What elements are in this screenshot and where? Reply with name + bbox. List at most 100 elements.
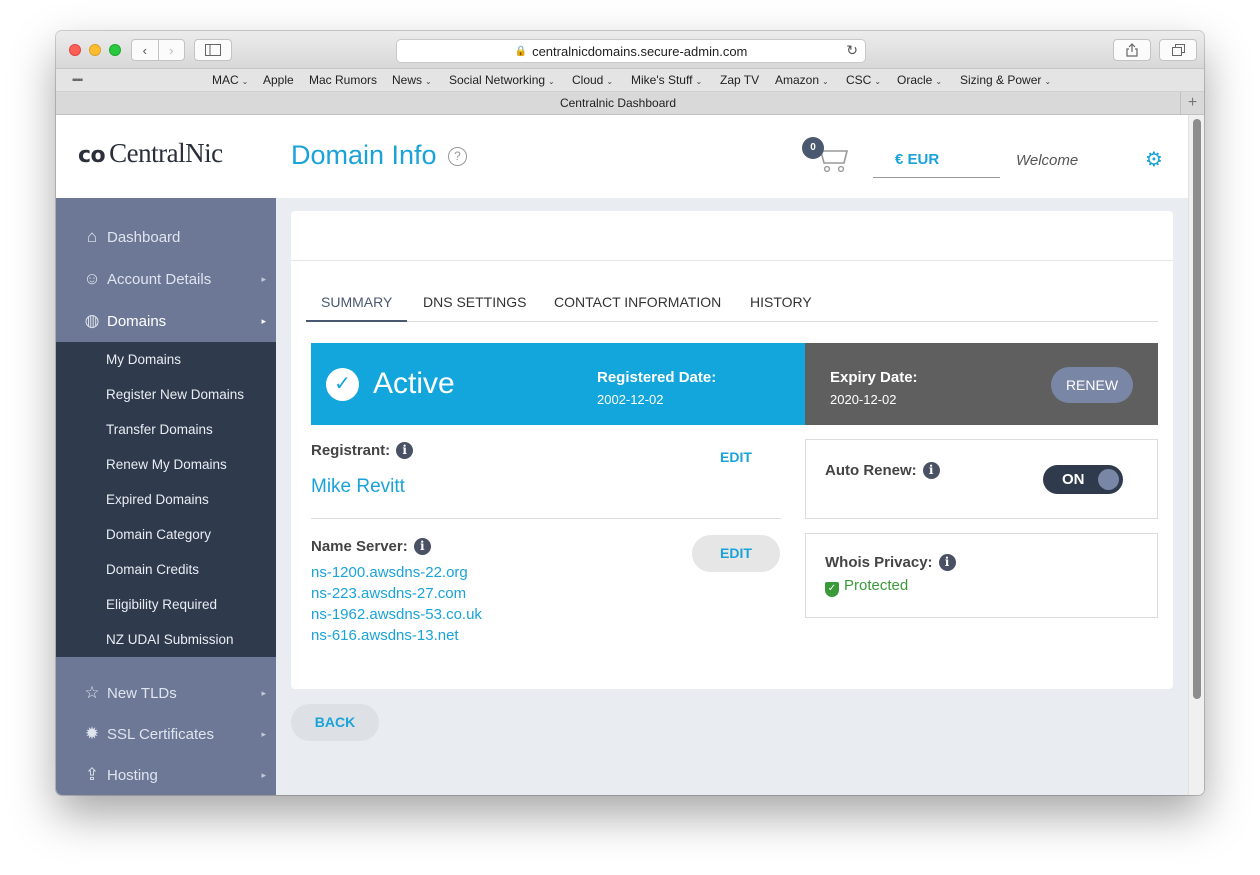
scrollbar-thumb[interactable] (1193, 119, 1201, 699)
expiry-banner: Expiry Date: 2020-12-02 RENEW (805, 343, 1158, 425)
welcome-text: Welcome (1016, 152, 1079, 169)
logo-mark-icon: co (78, 143, 106, 168)
minimize-window-button[interactable] (89, 44, 101, 56)
sidebar-item-label: Account Details (107, 270, 212, 288)
currency-selector[interactable]: € EUR (873, 135, 1000, 178)
nameserver-item[interactable]: ns-223.awsdns-27.com (311, 585, 466, 602)
share-icon[interactable] (1113, 39, 1151, 61)
sidebar-item-dashboard[interactable]: ⌂ Dashboard (56, 217, 276, 257)
page-scrollbar[interactable] (1188, 115, 1204, 795)
edit-registrant-button[interactable]: EDIT (720, 449, 752, 465)
expiry-date-value: 2020-12-02 (830, 392, 897, 407)
auto-renew-box: Auto Renew: i ON (805, 439, 1158, 519)
info-icon[interactable]: i (413, 538, 431, 555)
bookmark-sizing-power[interactable]: Sizing & Power ⌄ (960, 73, 1051, 87)
sidebar-item-domains[interactable]: ◍ Domains ▸ (56, 301, 276, 341)
info-icon[interactable]: i (396, 442, 414, 459)
bookmark-amazon[interactable]: Amazon ⌄ (775, 73, 829, 87)
address-bar[interactable]: 🔒 centralnicdomains.secure-admin.com ↻ (396, 39, 866, 63)
domain-info-card: SUMMARY DNS SETTINGS CONTACT INFORMATION… (291, 211, 1173, 689)
tab-history[interactable]: HISTORY (750, 294, 812, 310)
title-bar: ‹ › 🔒 centralnicdomains.secure-admin.com… (56, 31, 1204, 69)
sidebar-item-ssl-certificates[interactable]: ✹ SSL Certificates ▸ (56, 714, 276, 754)
sidebar-item-label: SSL Certificates (107, 725, 214, 743)
nameserver-item[interactable]: ns-1962.awsdns-53.co.uk (311, 606, 482, 623)
lock-icon: 🔒 (514, 45, 528, 57)
star-icon: ☆ (84, 683, 100, 702)
submenu-item-transfer-domains[interactable]: Transfer Domains (106, 422, 213, 437)
sidebar-item-label: Hosting (107, 766, 158, 784)
nameserver-item[interactable]: ns-616.awsdns-13.net (311, 627, 459, 644)
bookmark-social-networking[interactable]: Social Networking ⌄ (449, 73, 555, 87)
submenu-item-my-domains[interactable]: My Domains (106, 352, 181, 367)
chevron-right-icon: ▸ (261, 315, 266, 326)
zoom-window-button[interactable] (109, 44, 121, 56)
gear-icon[interactable]: ⚙ (1145, 147, 1163, 172)
close-window-button[interactable] (69, 44, 81, 56)
active-tab-indicator (306, 320, 407, 322)
info-icon[interactable]: i (938, 554, 956, 571)
bookmark-cloud[interactable]: Cloud ⌄ (572, 73, 613, 87)
globe-icon: ◍ (84, 311, 100, 330)
bookmarks-bar: ▪▪▪▪ MAC ⌄ Apple Mac Rumors News ⌄ Social … (56, 69, 1204, 92)
reload-icon[interactable]: ↻ (846, 42, 858, 59)
apps-grid-icon[interactable]: ▪▪▪▪ (72, 75, 83, 86)
bookmark-mac-rumors[interactable]: Mac Rumors (309, 73, 377, 87)
browser-tab[interactable]: Centralnic Dashboard (56, 96, 1180, 110)
registrant-name[interactable]: Mike Revitt (311, 476, 405, 498)
sidebar-item-label: Dashboard (107, 228, 181, 246)
submenu-item-domain-category[interactable]: Domain Category (106, 527, 211, 542)
info-icon[interactable]: i (922, 462, 940, 479)
tab-contact-information[interactable]: CONTACT INFORMATION (554, 294, 721, 310)
registered-date-value: 2002-12-02 (597, 392, 664, 407)
bookmark-mac[interactable]: MAC ⌄ (212, 73, 248, 87)
tab-dns-settings[interactable]: DNS SETTINGS (423, 294, 526, 310)
back-nav-icon[interactable]: ‹ (132, 40, 159, 60)
chevron-right-icon: ▸ (261, 769, 266, 780)
page-title: Domain Info (291, 140, 437, 170)
forward-nav-icon[interactable]: › (159, 40, 185, 60)
expiry-date-label: Expiry Date: (830, 369, 918, 386)
centralnic-logo[interactable]: co CentralNic (78, 138, 223, 169)
renew-button[interactable]: RENEW (1051, 367, 1133, 403)
tab-summary[interactable]: SUMMARY (321, 294, 392, 310)
sidebar-item-new-tlds[interactable]: ☆ New TLDs ▸ (56, 673, 276, 713)
submenu-item-domain-credits[interactable]: Domain Credits (106, 562, 199, 577)
submenu-item-expired-domains[interactable]: Expired Domains (106, 492, 209, 507)
sidebar-nav: ⌂ Dashboard ☺ Account Details ▸ ◍ Domain… (56, 198, 276, 795)
check-icon: ✓ (326, 368, 359, 401)
home-icon: ⌂ (86, 227, 98, 246)
sidebar-item-hosting[interactable]: ⇪ Hosting ▸ (56, 755, 276, 795)
user-icon: ☺ (83, 269, 101, 288)
nameserver-item[interactable]: ns-1200.awsdns-22.org (311, 564, 468, 581)
edit-nameservers-button[interactable]: EDIT (692, 535, 780, 572)
submenu-item-nz-udai-submission[interactable]: NZ UDAI Submission (106, 632, 234, 647)
bookmark-csc[interactable]: CSC ⌄ (846, 73, 881, 87)
upload-icon: ⇪ (84, 765, 100, 784)
registered-date-label: Registered Date: (597, 369, 717, 386)
bookmark-mikes-stuff[interactable]: Mike's Stuff ⌄ (631, 73, 702, 87)
name-server-label: Name Server: i (311, 538, 431, 555)
submenu-item-eligibility-required[interactable]: Eligibility Required (106, 597, 217, 612)
sidebar-toggle-icon[interactable] (194, 39, 232, 61)
help-icon[interactable]: ? (448, 147, 467, 166)
chevron-right-icon: ▸ (261, 728, 266, 739)
url-text: centralnicdomains.secure-admin.com (532, 43, 748, 59)
bookmark-oracle[interactable]: Oracle ⌄ (897, 73, 942, 87)
submenu-item-register-new-domains[interactable]: Register New Domains (106, 387, 244, 402)
history-nav: ‹ › (131, 39, 185, 61)
tabs-overview-icon[interactable] (1159, 39, 1197, 61)
sidebar-item-account-details[interactable]: ☺ Account Details ▸ (56, 259, 276, 299)
chevron-right-icon: ▸ (261, 687, 266, 698)
sidebar-item-label: Domains (107, 312, 167, 330)
bookmark-zap-tv[interactable]: Zap TV (720, 73, 759, 87)
bookmark-news[interactable]: News ⌄ (392, 73, 432, 87)
auto-renew-toggle[interactable]: ON (1043, 465, 1123, 494)
status-banner: ✓ Active Registered Date: 2002-12-02 (311, 343, 805, 425)
bookmark-apple[interactable]: Apple (263, 73, 294, 87)
back-button[interactable]: BACK (291, 704, 379, 741)
whois-privacy-status: ✓ Protected (825, 577, 908, 597)
new-tab-icon[interactable]: + (1180, 92, 1204, 114)
app-header: co CentralNic Domain Info ? 0 € EUR Welco… (56, 115, 1188, 198)
submenu-item-renew-my-domains[interactable]: Renew My Domains (106, 457, 227, 472)
